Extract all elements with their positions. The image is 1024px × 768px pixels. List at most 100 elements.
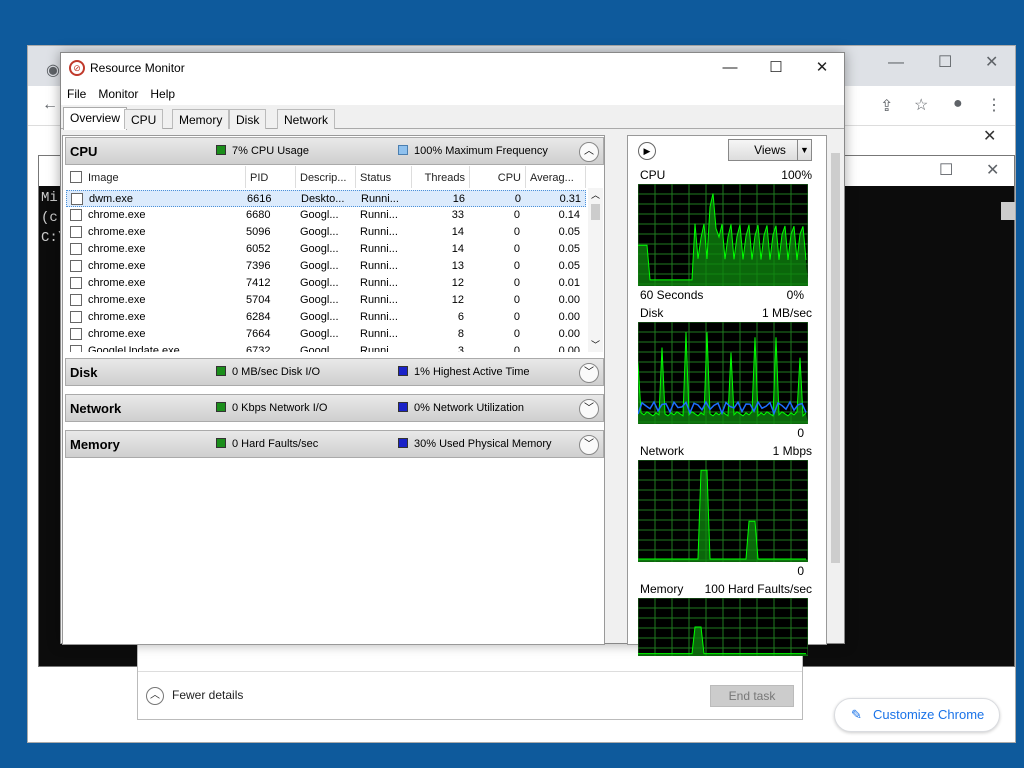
scroll-thumb[interactable]	[591, 204, 600, 220]
table-row[interactable]: chrome.exe 6052 Googl... Runni... 14 0 0.05	[66, 241, 586, 258]
table-row[interactable]: chrome.exe 6680 Googl... Runni... 33 0 0.14	[66, 207, 586, 224]
cell-threads: 12	[451, 277, 464, 289]
cell-avg: 0.00	[558, 345, 580, 352]
maximize-button[interactable]: ☐	[753, 53, 799, 83]
cell-pid: 5096	[246, 226, 271, 238]
column-header-threads[interactable]: Threads	[412, 166, 470, 188]
cell-threads: 6	[457, 311, 464, 323]
cell-status: Runni...	[360, 328, 398, 340]
row-checkbox[interactable]	[70, 294, 82, 306]
console-scroll-thumb[interactable]	[1001, 202, 1015, 220]
cell-image: chrome.exe	[88, 294, 146, 306]
tab-memory[interactable]: Memory	[172, 109, 230, 129]
disk-section-title: Disk	[70, 365, 98, 380]
column-header-status[interactable]: Status	[356, 166, 412, 188]
cell-desc: Googl...	[300, 226, 339, 238]
row-checkbox[interactable]	[70, 209, 82, 221]
cpu-section-header[interactable]: CPU 7% CPU Usage 100% Maximum Frequency …	[65, 137, 604, 165]
table-row[interactable]: chrome.exe 7396 Googl... Runni... 13 0 0.05	[66, 258, 586, 275]
cell-cpu: 0	[513, 243, 520, 255]
expand-chevron-icon[interactable]: ﹀	[579, 363, 599, 383]
cell-status: Runni...	[360, 277, 398, 289]
row-checkbox[interactable]	[70, 226, 82, 238]
table-row[interactable]: chrome.exe 7412 Googl... Runni... 12 0 0.01	[66, 275, 586, 292]
row-checkbox[interactable]	[70, 260, 82, 272]
share-icon[interactable]: ⇪	[880, 96, 893, 116]
fewer-details-button[interactable]: ︿ Fewer details	[146, 687, 243, 705]
chrome-infobar-close-icon[interactable]: ✕	[983, 126, 996, 146]
table-row[interactable]: chrome.exe 5096 Googl... Runni... 14 0 0.05	[66, 224, 586, 241]
cell-pid: 7396	[246, 260, 271, 272]
cell-pid: 5704	[246, 294, 271, 306]
table-row[interactable]: chrome.exe 7664 Googl... Runni... 8 0 0.00	[66, 326, 586, 343]
disk-section-header[interactable]: Disk 0 MB/sec Disk I/O 1% Highest Active…	[65, 358, 604, 386]
scroll-down-icon[interactable]: ﹀	[588, 338, 603, 351]
row-checkbox[interactable]	[70, 328, 82, 340]
views-dropdown[interactable]: Views ▼	[728, 139, 812, 161]
chrome-close-icon[interactable]: ✕	[985, 52, 998, 72]
cell-desc: Googl...	[300, 243, 339, 255]
scroll-up-icon[interactable]: ︿	[588, 188, 603, 201]
tab-overview[interactable]: Overview	[63, 107, 128, 130]
row-checkbox[interactable]	[70, 277, 82, 289]
row-checkbox[interactable]	[70, 243, 82, 255]
expand-chevron-icon[interactable]: ﹀	[579, 435, 599, 455]
console-close-icon[interactable]: ✕	[986, 160, 999, 180]
column-header-average[interactable]: Averag...	[526, 166, 586, 188]
chrome-maximize-icon[interactable]: ☐	[938, 52, 952, 72]
tab-network[interactable]: Network	[277, 109, 336, 129]
graph-title: Network	[640, 444, 685, 458]
divider	[138, 671, 802, 672]
collapse-graphs-arrow-icon[interactable]: ▶	[638, 142, 656, 160]
bookmark-star-icon[interactable]: ☆	[914, 95, 928, 115]
row-checkbox[interactable]	[70, 345, 82, 352]
cell-cpu: 0	[513, 328, 520, 340]
column-header-pid[interactable]: PID	[246, 166, 296, 188]
table-row[interactable]: dwm.exe 6616 Deskto... Runni... 16 0 0.31	[66, 190, 586, 207]
collapse-chevron-icon[interactable]: ︿	[579, 142, 599, 162]
cell-status: Runni...	[360, 243, 398, 255]
graphs-scroll-thumb[interactable]	[831, 153, 840, 563]
back-arrow-icon[interactable]: ←	[42, 96, 58, 114]
customize-chrome-button[interactable]: ✎ Customize Chrome	[834, 698, 1000, 732]
cell-pid: 6616	[247, 193, 272, 205]
table-row[interactable]: chrome.exe 5704 Googl... Runni... 12 0 0.00	[66, 292, 586, 309]
process-table-scrollbar[interactable]: ︿ ﹀	[588, 188, 603, 352]
table-row[interactable]: chrome.exe 6284 Googl... Runni... 6 0 0.00	[66, 309, 586, 326]
cell-desc: Googl...	[300, 345, 339, 352]
graphs-scrollbar[interactable]	[829, 149, 842, 643]
column-header-cpu[interactable]: CPU	[470, 166, 526, 188]
cell-desc: Googl...	[300, 294, 339, 306]
console-maximize-icon[interactable]: ☐	[939, 160, 953, 180]
menu-file[interactable]: File	[61, 83, 92, 101]
expand-chevron-icon[interactable]: ﹀	[579, 399, 599, 419]
graph-max-label: 1 Mbps	[772, 444, 812, 458]
menu-monitor[interactable]: Monitor	[92, 83, 144, 101]
select-all-checkbox[interactable]	[70, 171, 82, 183]
network-section-header[interactable]: Network 0 Kbps Network I/O 0% Network Ut…	[65, 394, 604, 422]
row-checkbox[interactable]	[71, 193, 83, 205]
overview-left-pane: CPU 7% CPU Usage 100% Maximum Frequency …	[62, 135, 605, 645]
cell-status: Runni...	[360, 226, 398, 238]
row-checkbox[interactable]	[70, 311, 82, 323]
tab-disk[interactable]: Disk	[229, 109, 267, 129]
graph-footer-right: 0	[797, 564, 804, 578]
graph-canvas-cpu	[637, 183, 809, 286]
column-header-image[interactable]: Image	[66, 166, 246, 188]
end-task-button[interactable]: End task	[710, 685, 794, 707]
minimize-button[interactable]: —	[707, 53, 753, 83]
memory-section-header[interactable]: Memory 0 Hard Faults/sec 30% Used Physic…	[65, 430, 604, 458]
profile-icon[interactable]: ●	[953, 95, 963, 113]
menu-help[interactable]: Help	[144, 83, 181, 101]
tab-cpu[interactable]: CPU	[124, 109, 164, 129]
column-header-description[interactable]: Descrip...	[296, 166, 356, 188]
chevron-up-icon: ︿	[146, 687, 164, 705]
close-button[interactable]: ✕	[799, 53, 845, 83]
table-row[interactable]: GoogleUpdate.exe 6732 Googl... Runni... 3 0 0.…	[66, 343, 586, 352]
blue-legend-icon	[398, 402, 408, 412]
chrome-menu-icon[interactable]: ⋮	[986, 95, 1002, 115]
cell-desc: Googl...	[300, 311, 339, 323]
green-legend-icon	[216, 145, 226, 155]
hard-faults-metric: 0 Hard Faults/sec	[216, 438, 318, 450]
chrome-minimize-icon[interactable]: —	[888, 54, 904, 72]
